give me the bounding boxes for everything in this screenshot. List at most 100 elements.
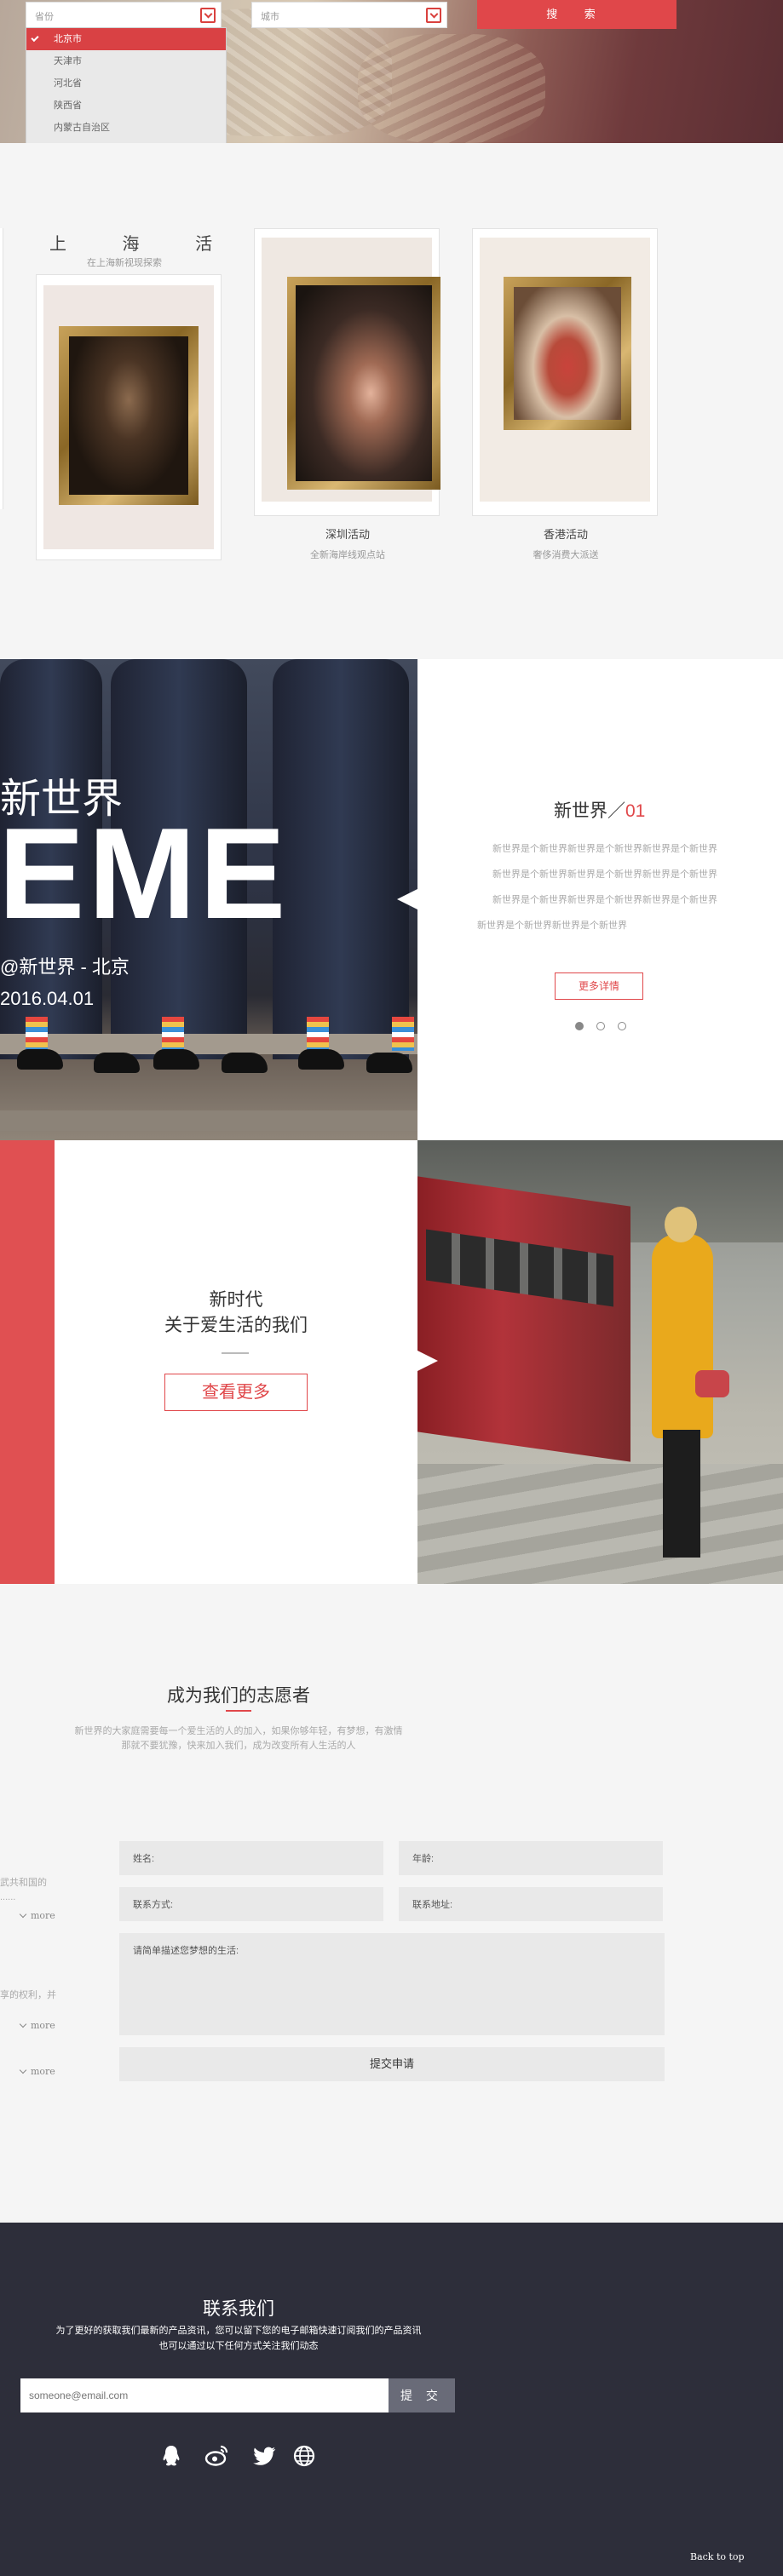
era-text-panel — [55, 1140, 417, 1584]
era-red-bar — [0, 1140, 55, 1584]
search-button[interactable]: 搜 索 — [477, 0, 676, 29]
theme-title-text: 新世界／ — [554, 801, 625, 821]
twitter-icon[interactable] — [251, 2443, 277, 2469]
events-subtitle: 在上海新视现探索 — [87, 258, 162, 268]
theme-paragraph-line: 新世界是个新世界新世界是个新世界新世界是个新世界 — [492, 844, 717, 854]
black-shoe — [222, 1053, 268, 1073]
theme-title: 新世界／01 — [554, 797, 645, 823]
black-shoe — [94, 1053, 140, 1073]
more-link[interactable]: more — [19, 2020, 55, 2031]
theme-overlay-date: 2016.04.01 — [0, 988, 95, 1009]
chevron-down-icon[interactable] — [426, 8, 441, 23]
striped-sock — [392, 1017, 414, 1051]
black-legs — [663, 1430, 700, 1558]
qq-icon[interactable] — [158, 2443, 184, 2469]
card-subtitle: 全新海岸线观点站 — [310, 550, 385, 560]
back-to-top-link[interactable]: Back to top — [690, 2551, 745, 2562]
panel-notch — [397, 889, 417, 909]
era-photo — [417, 1140, 783, 1584]
globe-icon[interactable] — [291, 2443, 317, 2469]
chevron-down-icon — [19, 2066, 27, 2074]
dream-textarea[interactable]: 请简单描述您梦想的生活: — [119, 1933, 665, 2035]
city-select[interactable]: 城市 — [251, 2, 447, 28]
carousel-dot[interactable] — [596, 1022, 605, 1030]
portrait-canvas — [69, 336, 188, 495]
photo-leg — [273, 659, 409, 1059]
theme-overlay-location: @新世界 - 北京 — [0, 956, 130, 978]
chevron-down-icon — [19, 1910, 27, 1919]
title-underline — [226, 1710, 251, 1712]
volunteer-title: 成为我们的志愿者 — [167, 1686, 310, 1706]
address-field[interactable]: 联系地址: — [399, 1887, 663, 1921]
carousel-dot[interactable] — [618, 1022, 626, 1030]
email-submit-button[interactable]: 提 交 — [389, 2378, 455, 2412]
event-card-hongkong[interactable]: 香港活动 奢侈消费大派送 — [472, 228, 658, 560]
more-details-button[interactable]: 更多详情 — [555, 972, 643, 1000]
contact-desc-line: 为了更好的获取我们最新的产品资讯，您可以留下您的电子邮箱快速订阅我们的产品资讯 — [55, 2326, 422, 2336]
see-more-button[interactable]: 查看更多 — [164, 1374, 308, 1411]
theme-number: 01 — [625, 801, 646, 821]
submit-application-button[interactable]: 提交申请 — [119, 2047, 665, 2081]
black-shoe — [153, 1049, 199, 1070]
province-option[interactable]: 陕西省 — [26, 95, 226, 117]
hero-map-texture-2 — [358, 34, 545, 143]
side-text: 武共和国的 — [0, 1878, 47, 1888]
event-card-shanghai[interactable] — [36, 274, 222, 560]
card-title: 香港活动 — [543, 528, 588, 541]
era-title-line2: 关于爱生活的我们 — [164, 1316, 308, 1335]
more-link[interactable]: more — [19, 1910, 55, 1921]
side-text: ...... — [0, 1892, 16, 1902]
province-select-label: 省份 — [35, 12, 54, 22]
volunteer-desc-line: 新世界的大家庭需要每一个爱生活的人的加入，如果你够年轻，有梦想，有激情 — [74, 1726, 403, 1736]
dark-frame — [287, 277, 440, 490]
era-title-line1: 新时代 — [209, 1290, 263, 1310]
option-label: 北京市 — [54, 34, 82, 44]
era-divider — [222, 1352, 249, 1354]
painting-photo — [480, 238, 650, 502]
striped-sock — [26, 1017, 48, 1051]
portrait-canvas — [514, 287, 621, 420]
province-option[interactable]: 天津市 — [26, 50, 226, 72]
theme-paragraph-line: 新世界是个新世界新世界是个新世界 — [477, 921, 627, 931]
chevron-down-icon — [19, 2020, 27, 2028]
contact-title: 联系我们 — [203, 2299, 274, 2319]
province-option[interactable]: 内蒙古自治区 — [26, 117, 226, 139]
weibo-icon[interactable] — [204, 2443, 230, 2469]
red-train — [417, 1176, 630, 1462]
card-subtitle: 奢侈消费大派送 — [533, 550, 599, 560]
volunteer-section — [0, 1584, 783, 2223]
platform — [417, 1464, 783, 1584]
black-shoe — [366, 1053, 412, 1073]
striped-sock — [307, 1017, 329, 1051]
card-title: 深圳活动 — [325, 528, 370, 541]
name-field[interactable]: 姓名: — [119, 1841, 383, 1875]
event-card-shenzhen[interactable]: 深圳活动 全新海岸线观点站 — [254, 228, 440, 560]
age-field[interactable]: 年龄: — [399, 1841, 663, 1875]
painting-photo — [262, 238, 440, 502]
photo-step — [0, 1110, 417, 1131]
theme-paragraph-line: 新世界是个新世界新世界是个新世界新世界是个新世界 — [492, 895, 717, 905]
photo-step — [0, 1034, 417, 1054]
prev-card-edge[interactable] — [0, 228, 3, 509]
more-link[interactable]: more — [19, 2066, 55, 2077]
email-input[interactable] — [20, 2378, 389, 2412]
panel-notch — [417, 1351, 438, 1371]
city-select-label: 城市 — [261, 12, 279, 22]
portrait-canvas — [296, 285, 432, 481]
theme-overlay-big-text: EME — [0, 801, 290, 946]
striped-sock — [162, 1017, 184, 1051]
chevron-down-icon[interactable] — [200, 8, 216, 23]
gold-frame — [59, 326, 199, 505]
more-link-label: more — [31, 2020, 55, 2031]
black-shoe — [298, 1049, 344, 1070]
carousel-dot-active[interactable] — [575, 1022, 584, 1030]
province-select[interactable]: 省份 — [26, 2, 222, 28]
painting-photo — [43, 285, 214, 549]
blonde-hair — [665, 1207, 697, 1242]
black-shoe — [17, 1049, 63, 1070]
province-option[interactable]: 河北省 — [26, 72, 226, 95]
province-option-selected[interactable]: 北京市 — [26, 28, 226, 50]
contact-field[interactable]: 联系方式: — [119, 1887, 383, 1921]
more-link-label: more — [31, 1910, 55, 1921]
yellow-coat — [652, 1234, 713, 1438]
